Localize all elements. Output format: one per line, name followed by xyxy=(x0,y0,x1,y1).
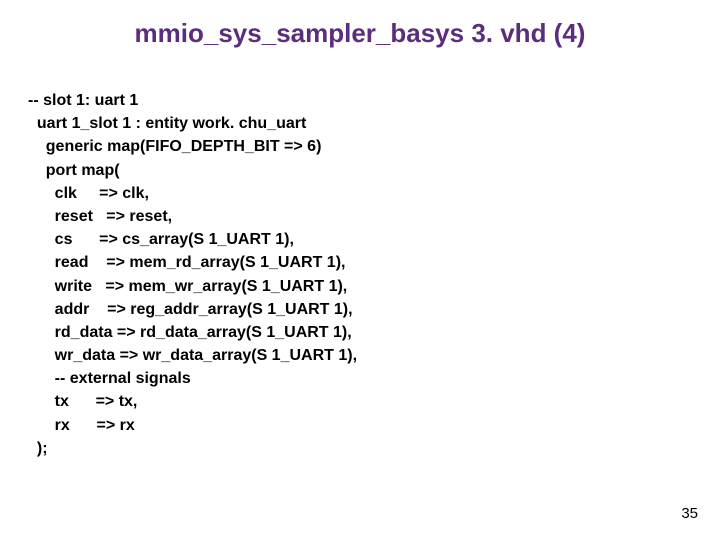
code-line: ); xyxy=(28,440,48,457)
code-line: read => mem_rd_array(S 1_UART 1), xyxy=(28,254,345,271)
code-line: cs => cs_array(S 1_UART 1), xyxy=(28,231,294,248)
code-line: port map( xyxy=(28,162,120,179)
page-number: 35 xyxy=(681,505,698,522)
code-line: clk => clk, xyxy=(28,185,149,202)
code-line: generic map(FIFO_DEPTH_BIT => 6) xyxy=(28,138,321,155)
slide-title: mmio_sys_sampler_basys 3. vhd (4) xyxy=(0,0,720,57)
code-line: wr_data => wr_data_array(S 1_UART 1), xyxy=(28,347,357,364)
code-line: uart 1_slot 1 : entity work. chu_uart xyxy=(28,115,306,132)
code-line: rx => rx xyxy=(28,417,135,434)
code-line: addr => reg_addr_array(S 1_UART 1), xyxy=(28,301,353,318)
code-line: tx => tx, xyxy=(28,393,137,410)
code-line: -- external signals xyxy=(28,370,191,387)
code-line: write => mem_wr_array(S 1_UART 1), xyxy=(28,278,347,295)
code-line: rd_data => rd_data_array(S 1_UART 1), xyxy=(28,324,352,341)
code-line: reset => reset, xyxy=(28,208,172,225)
vhdl-code-block: -- slot 1: uart 1 uart 1_slot 1 : entity… xyxy=(0,57,720,460)
code-line: -- slot 1: uart 1 xyxy=(28,92,138,109)
